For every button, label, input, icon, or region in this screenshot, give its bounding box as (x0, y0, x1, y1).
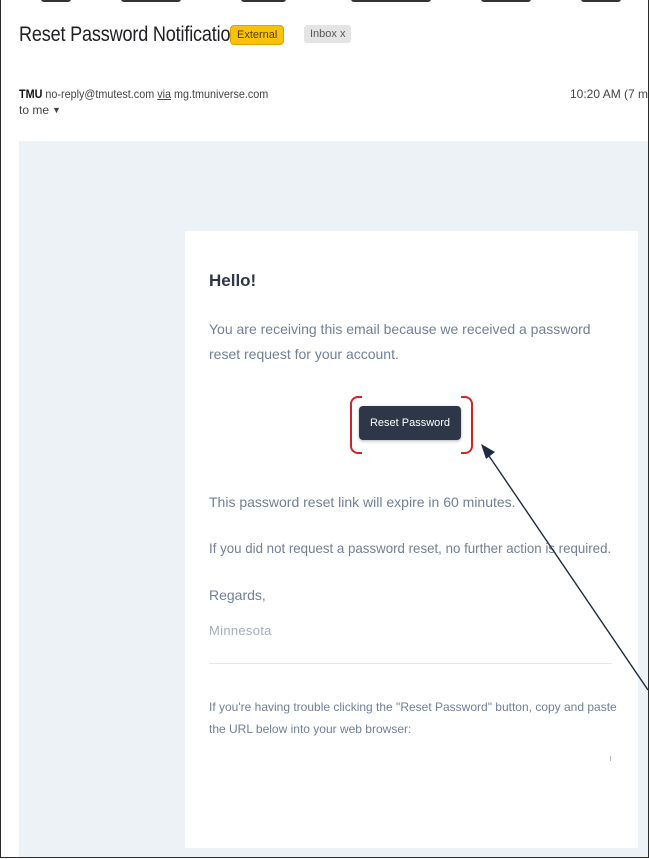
recipient-label: to me (19, 103, 50, 117)
recipient-dropdown[interactable]: to me ▼ (19, 103, 61, 117)
signature-text: Minnesota (209, 623, 272, 638)
inbox-label-chip[interactable]: Inbox x (304, 25, 352, 43)
sender-name[interactable]: TMU (19, 87, 42, 101)
expiry-notice: This password reset link will expire in … (209, 494, 516, 510)
via-domain: mg.tmuniverse.com (174, 87, 269, 101)
email-subject: Reset Password Notification (19, 23, 241, 46)
greeting-heading: Hello! (209, 271, 257, 290)
sender-address[interactable]: no-reply@tmutest.com (45, 87, 154, 101)
subcopy-divider (209, 663, 612, 664)
reset-password-button[interactable]: Reset Password (359, 406, 461, 440)
subcopy-text: If you're having trouble clicking the "R… (209, 700, 617, 736)
intro-paragraph: You are receiving this email because we … (209, 321, 591, 362)
url-fragment (610, 756, 611, 761)
external-label-badge: External (230, 25, 285, 45)
sender-line: TMU no-reply@tmutest.com via mg.tmuniver… (19, 87, 268, 101)
cropped-top-text (1, 0, 648, 4)
no-action-notice: If you did not request a password reset,… (209, 540, 612, 556)
highlight-bracket-right (461, 396, 473, 454)
regards-text: Regards, (209, 587, 266, 603)
email-timestamp: 10:20 AM (7 m (570, 87, 649, 101)
screenshot-frame: Reset Password Notification External Inb… (0, 0, 649, 858)
via-link[interactable]: via (157, 87, 171, 101)
caret-down-icon: ▼ (52, 105, 61, 115)
